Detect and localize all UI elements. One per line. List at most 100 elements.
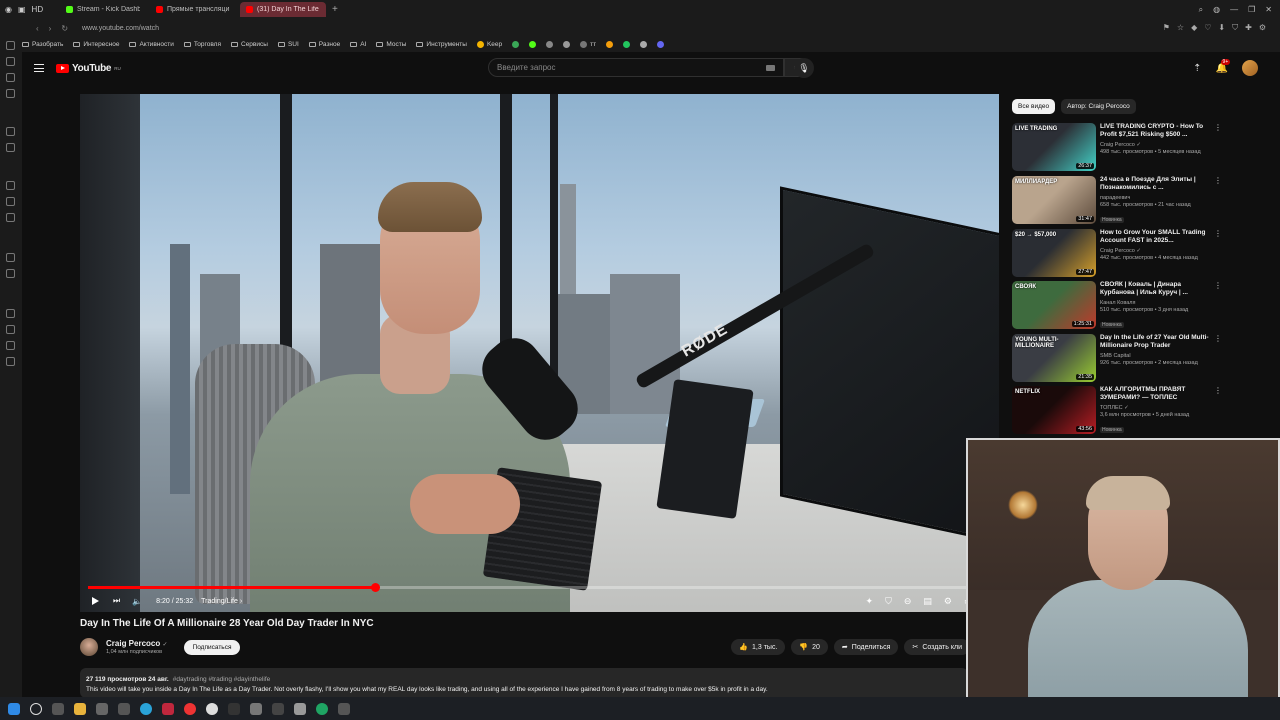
puzzle-icon[interactable]: ✚: [1245, 23, 1252, 33]
bookmark-app-icon[interactable]: [657, 41, 665, 48]
search-icon[interactable]: [30, 702, 42, 715]
taskbar-app-icon[interactable]: [316, 702, 328, 715]
bookmark-keep[interactable]: Keep: [476, 41, 502, 48]
share-button[interactable]: ➦ Поделиться: [833, 639, 899, 655]
autoplay-toggle[interactable]: ⊖: [904, 596, 912, 607]
tab-kick[interactable]: Stream - Kick Dashbo: [60, 2, 146, 17]
dislike-button[interactable]: 👎 20: [791, 639, 828, 655]
settings-icon[interactable]: [6, 357, 15, 366]
recommendation-channel[interactable]: SMB Capital: [1100, 353, 1210, 359]
chip-author[interactable]: Автор: Craig Percoco: [1061, 99, 1136, 114]
bookmark-app-icon[interactable]: [623, 41, 631, 48]
recommendation-item[interactable]: NETFLIX 43:56 КАК АЛГОРИТМЫ ПРАВЯТ ЗУМЕРАМ…: [1012, 386, 1222, 434]
bookmark-app-icon[interactable]: [512, 41, 520, 48]
new-tab-button[interactable]: +: [332, 4, 338, 15]
menu-icon[interactable]: [34, 64, 44, 72]
bookmark-folder[interactable]: Сервисы: [231, 41, 268, 48]
sidebar-icon[interactable]: [6, 269, 15, 278]
taskbar-app-icon[interactable]: [272, 702, 284, 715]
subtitles-icon[interactable]: ▤: [923, 596, 932, 607]
more-options-icon[interactable]: ⋮: [1214, 334, 1222, 382]
url-field[interactable]: www.youtube.com/watch: [82, 25, 159, 32]
play-icon[interactable]: [92, 597, 99, 605]
profile-icon[interactable]: ◍: [1213, 5, 1220, 15]
recommendation-thumbnail[interactable]: LIVE TRADING 26:37: [1012, 123, 1096, 171]
shield-icon[interactable]: ⛉: [1232, 23, 1238, 33]
notion-icon[interactable]: [250, 702, 262, 715]
shield-icon[interactable]: ⛉: [885, 596, 892, 607]
bookmark-app-icon[interactable]: [546, 41, 554, 48]
heart-icon[interactable]: ♡: [1204, 23, 1211, 33]
close-icon[interactable]: ✕: [1265, 5, 1272, 15]
download-icon[interactable]: ⬇: [1218, 23, 1225, 33]
telegram-icon[interactable]: [6, 181, 15, 190]
more-options-icon[interactable]: ⋮: [1214, 229, 1222, 277]
recommendation-channel[interactable]: Канал Коваля: [1100, 300, 1210, 306]
sidebar-icon[interactable]: [6, 41, 15, 50]
opera-gx-icon[interactable]: [162, 702, 174, 715]
sparkle-icon[interactable]: ✦: [866, 596, 874, 607]
sidebar-icon[interactable]: [6, 73, 15, 82]
bookmark-folder[interactable]: Торговля: [183, 41, 221, 48]
x-icon[interactable]: [6, 213, 15, 222]
recommendation-channel[interactable]: Craig Percoco ✓: [1100, 248, 1210, 254]
bookmark-app-icon[interactable]: [606, 41, 614, 48]
recommendation-title[interactable]: How to Grow Your SMALL Trading Account F…: [1100, 229, 1210, 245]
more-options-icon[interactable]: ⋮: [1214, 123, 1222, 171]
history-icon[interactable]: [6, 325, 15, 334]
more-options-icon[interactable]: ⋮: [1214, 281, 1222, 329]
chapter-button[interactable]: Trading/Life ›: [201, 598, 242, 605]
bookmark-app-icon[interactable]: [563, 41, 571, 48]
recommendation-title[interactable]: LIVE TRADING CRYPTO - How To Profit $7,5…: [1100, 123, 1210, 139]
bookmark-folder[interactable]: AI: [350, 41, 366, 48]
recommendation-channel[interactable]: Craig Percoco ✓: [1100, 142, 1210, 148]
recommendation-item[interactable]: YOUNG MULTI-MILLIONAIRE 21:35 Day In the L…: [1012, 334, 1222, 382]
search-tabs-icon[interactable]: ⌕: [1199, 5, 1203, 15]
taskbar-app-icon[interactable]: [206, 702, 218, 715]
taskbar-app-icon[interactable]: [96, 702, 108, 715]
channel-avatar[interactable]: [80, 638, 98, 656]
recommendation-title[interactable]: 24 часа в Поезде Для Элиты | Познакомили…: [1100, 176, 1210, 192]
upload-icon[interactable]: ⇡: [1193, 63, 1201, 74]
settings-icon[interactable]: ⚙: [1259, 23, 1266, 33]
hashtags[interactable]: #daytrading #trading #dayinthelife: [173, 676, 271, 683]
telegram-icon[interactable]: [140, 702, 152, 715]
bookmark-folder[interactable]: Мосты: [376, 41, 406, 48]
bookmark-icon[interactable]: ⚑: [1163, 23, 1170, 33]
like-button[interactable]: 👍 1,3 тыс.: [731, 639, 786, 655]
taskbar-app-icon[interactable]: [294, 702, 306, 715]
more-options-icon[interactable]: ⋮: [1214, 176, 1222, 224]
bookmark-app-icon[interactable]: [529, 41, 537, 48]
vk-icon[interactable]: [6, 197, 15, 206]
video-progress-bar[interactable]: [88, 583, 968, 592]
taskbar-app-icon[interactable]: [228, 702, 240, 715]
bookmark-folder[interactable]: Разное: [308, 41, 340, 48]
create-clip-button[interactable]: ✂ Создать кли: [904, 639, 970, 655]
sidebar-icon[interactable]: [6, 57, 15, 66]
sidebar-icon[interactable]: [6, 253, 15, 262]
bookmark-folder[interactable]: Инструменты: [416, 41, 467, 48]
browser-menu-icon[interactable]: ◉: [5, 5, 12, 14]
recommendation-item[interactable]: МИЛЛИАРДЕР 31:47 24 часа в Поезде Для Элит…: [1012, 176, 1222, 224]
more-options-icon[interactable]: ⋮: [1214, 386, 1222, 434]
notifications-icon[interactable]: 🔔 9+: [1216, 58, 1231, 74]
recommendation-item[interactable]: $20 → $57,000 27:47 How to Grow Your SMALL…: [1012, 229, 1222, 277]
bookmark-folder[interactable]: SUI: [277, 41, 299, 48]
bookmark-folder[interactable]: Активности: [129, 41, 174, 48]
sidebar-icon[interactable]: [6, 341, 15, 350]
file-explorer-icon[interactable]: [74, 702, 86, 715]
minimize-icon[interactable]: —: [1230, 5, 1238, 15]
taskbar-app-icon[interactable]: [338, 702, 350, 715]
recommendation-item[interactable]: СВОЯК 1:25:31 СВОЯК | Коваль | Динара Курб…: [1012, 281, 1222, 329]
keyboard-icon[interactable]: [766, 64, 775, 71]
maximize-icon[interactable]: ❐: [1248, 5, 1255, 15]
opera-icon[interactable]: [184, 702, 196, 715]
recommendation-thumbnail[interactable]: YOUNG MULTI-MILLIONAIRE 21:35: [1012, 334, 1096, 382]
recommendation-channel[interactable]: парадеевич: [1100, 195, 1210, 201]
youtube-logo[interactable]: YouTube RU: [56, 63, 121, 74]
sidebar-icon[interactable]: [6, 127, 15, 136]
bookmark-app[interactable]: тт: [580, 41, 596, 48]
volume-icon[interactable]: 🔈: [132, 597, 142, 606]
settings-icon[interactable]: ⚙: [944, 596, 952, 607]
extension-icon[interactable]: ◆: [1191, 23, 1197, 33]
